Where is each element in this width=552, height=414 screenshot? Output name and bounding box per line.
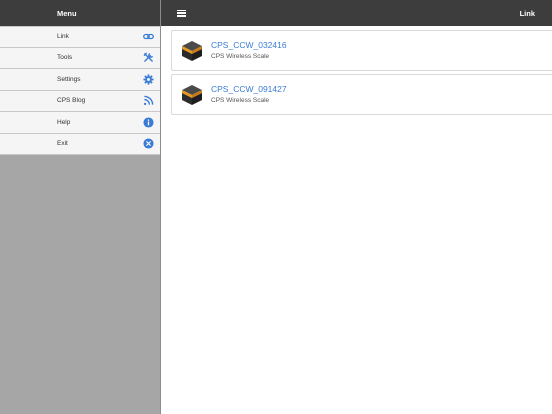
device-name: CPS_CCW_032416: [211, 39, 287, 50]
device-list: CPS_CCW_032416 CPS Wireless Scale CPS_CC…: [161, 26, 552, 414]
menu-item-exit[interactable]: Exit: [0, 134, 160, 155]
info-icon: [143, 117, 154, 128]
sidebar-title: Menu: [57, 8, 77, 18]
menu-item-label: Link: [57, 33, 69, 41]
rss-icon: [143, 95, 154, 106]
device-item[interactable]: CPS_CCW_091427 CPS Wireless Scale: [171, 74, 552, 115]
menu-item-label: Help: [57, 118, 71, 126]
menu-item-label: Tools: [57, 54, 73, 62]
close-icon: [143, 138, 154, 149]
scale-icon: [180, 38, 204, 64]
device-type: CPS Wireless Scale: [211, 52, 270, 60]
menu-item-tools[interactable]: Tools: [0, 48, 160, 69]
menu-item-label: Settings: [57, 75, 81, 83]
hamburger-icon[interactable]: [177, 9, 186, 17]
tools-icon: [143, 52, 154, 63]
sidebar-header: Menu: [0, 0, 160, 26]
menu-item-label: CPS Blog: [57, 97, 86, 105]
device-item[interactable]: CPS_CCW_032416 CPS Wireless Scale: [171, 30, 552, 71]
top-bar: Link: [161, 0, 552, 26]
menu-list: Link Tools Settings CPS Blog Help Exit: [0, 26, 160, 155]
gear-icon: [143, 74, 154, 85]
device-type: CPS Wireless Scale: [211, 96, 270, 104]
sidebar: Menu Link Tools Settings CPS Blog Help E…: [0, 0, 161, 414]
device-name: CPS_CCW_091427: [211, 83, 287, 94]
page-title: Link: [519, 8, 535, 18]
menu-item-help[interactable]: Help: [0, 112, 160, 134]
menu-item-link[interactable]: Link: [0, 26, 160, 48]
scale-icon: [180, 82, 204, 108]
link-icon: [143, 31, 154, 42]
menu-item-label: Exit: [57, 140, 68, 148]
menu-item-settings[interactable]: Settings: [0, 69, 160, 91]
menu-item-cps-blog[interactable]: CPS Blog: [0, 91, 160, 112]
